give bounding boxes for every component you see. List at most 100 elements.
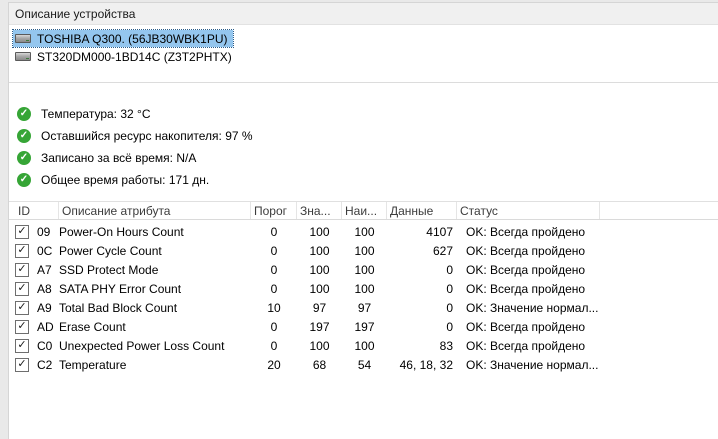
table-row[interactable]: ✓ AD Erase Count 0 197 197 0 OK: Всегда … bbox=[9, 317, 718, 336]
cell-worst: 100 bbox=[354, 281, 375, 296]
cell-threshold: 0 bbox=[270, 338, 278, 353]
column-header-value[interactable]: Зна... bbox=[297, 202, 342, 219]
cell-status: OK: Всегда пройдено bbox=[466, 338, 586, 353]
health-summary-item: ✓ Общее время работы: 171 дн. bbox=[17, 169, 718, 191]
device-item[interactable]: TOSHIBA Q300. (56JB30WBK1PU) bbox=[12, 29, 234, 48]
smart-attribute-table: ID Описание атрибута Порог Зна... Наи...… bbox=[9, 201, 718, 374]
column-header-id[interactable]: ID bbox=[15, 202, 59, 219]
cell-status: OK: Значение нормал... bbox=[466, 357, 599, 372]
cell-worst: 100 bbox=[354, 243, 375, 258]
cell-value: 100 bbox=[309, 243, 330, 258]
cell-worst: 97 bbox=[357, 300, 372, 315]
cell-value: 68 bbox=[312, 357, 327, 372]
check-circle-icon: ✓ bbox=[17, 107, 31, 121]
device-label: ST320DM000-1BD14C (Z3T2PHTX) bbox=[37, 49, 232, 64]
column-header-attribute[interactable]: Описание атрибута bbox=[59, 202, 251, 219]
cell-threshold: 0 bbox=[270, 262, 278, 277]
cell-value: 100 bbox=[309, 281, 330, 296]
cell-id: AD bbox=[37, 319, 54, 334]
health-summary: ✓ Температура: 32 °C ✓ Оставшийся ресурс… bbox=[9, 83, 718, 191]
check-circle-icon: ✓ bbox=[17, 129, 31, 143]
table-row[interactable]: ✓ A8 SATA PHY Error Count 0 100 100 0 OK… bbox=[9, 279, 718, 298]
health-summary-item: ✓ Температура: 32 °C bbox=[17, 103, 718, 125]
cell-status: OK: Всегда пройдено bbox=[466, 281, 586, 296]
cell-id: A7 bbox=[37, 262, 52, 277]
column-header-worst[interactable]: Наи... bbox=[342, 202, 387, 219]
cell-value: 100 bbox=[309, 338, 330, 353]
cell-attribute: Unexpected Power Loss Count bbox=[59, 338, 225, 353]
table-row[interactable]: ✓ 09 Power-On Hours Count 0 100 100 4107… bbox=[9, 222, 718, 241]
attribute-checkbox[interactable]: ✓ bbox=[15, 319, 29, 334]
cell-attribute: Total Bad Block Count bbox=[59, 300, 178, 315]
cell-worst: 54 bbox=[357, 357, 372, 372]
attribute-checkbox[interactable]: ✓ bbox=[15, 262, 29, 277]
cell-attribute: Power-On Hours Count bbox=[59, 224, 184, 239]
device-section-header: Описание устройства bbox=[9, 3, 718, 25]
cell-worst: 100 bbox=[354, 338, 375, 353]
health-summary-label: Температура: 32 °C bbox=[41, 107, 151, 121]
column-header-threshold[interactable]: Порог bbox=[251, 202, 297, 219]
smart-table-body: ✓ 09 Power-On Hours Count 0 100 100 4107… bbox=[9, 220, 718, 374]
cell-attribute: Power Cycle Count bbox=[59, 243, 162, 258]
disk-drive-icon bbox=[15, 34, 31, 43]
cell-data: 4107 bbox=[426, 224, 453, 239]
cell-id: 09 bbox=[37, 224, 51, 239]
attribute-checkbox[interactable]: ✓ bbox=[15, 357, 29, 372]
cell-value: 100 bbox=[309, 262, 330, 277]
attribute-checkbox[interactable]: ✓ bbox=[15, 300, 29, 315]
cell-attribute: SSD Protect Mode bbox=[59, 262, 159, 277]
check-circle-icon: ✓ bbox=[17, 173, 31, 187]
attribute-checkbox[interactable]: ✓ bbox=[15, 338, 29, 353]
cell-status: OK: Всегда пройдено bbox=[466, 319, 586, 334]
check-circle-icon: ✓ bbox=[17, 151, 31, 165]
cell-threshold: 10 bbox=[267, 300, 281, 315]
attribute-checkbox[interactable]: ✓ bbox=[15, 224, 29, 239]
disk-drive-icon bbox=[15, 52, 31, 61]
cell-data: 0 bbox=[446, 300, 453, 315]
device-section-title: Описание устройства bbox=[15, 6, 136, 21]
cell-data: 0 bbox=[446, 319, 453, 334]
table-row[interactable]: ✓ A9 Total Bad Block Count 10 97 97 0 OK… bbox=[9, 298, 718, 317]
health-summary-label: Оставшийся ресурс накопителя: 97 % bbox=[41, 129, 253, 143]
device-item[interactable]: ST320DM000-1BD14C (Z3T2PHTX) bbox=[13, 48, 237, 65]
table-row[interactable]: ✓ C0 Unexpected Power Loss Count 0 100 1… bbox=[9, 336, 718, 355]
device-label: TOSHIBA Q300. (56JB30WBK1PU) bbox=[37, 31, 228, 46]
table-row[interactable]: ✓ C2 Temperature 20 68 54 46, 18, 32 OK:… bbox=[9, 355, 718, 374]
attribute-checkbox[interactable]: ✓ bbox=[15, 243, 29, 258]
cell-data: 83 bbox=[439, 338, 453, 353]
cell-worst: 197 bbox=[354, 319, 375, 334]
cell-data: 627 bbox=[432, 243, 453, 258]
cell-threshold: 0 bbox=[270, 243, 278, 258]
cell-threshold: 0 bbox=[270, 224, 278, 239]
cell-data: 46, 18, 32 bbox=[399, 357, 453, 372]
cell-data: 0 bbox=[446, 281, 453, 296]
cell-id: 0C bbox=[37, 243, 53, 258]
cell-id: C2 bbox=[37, 357, 53, 372]
attribute-checkbox[interactable]: ✓ bbox=[15, 281, 29, 296]
health-summary-item: ✓ Записано за всё время: N/A bbox=[17, 147, 718, 169]
cell-worst: 100 bbox=[354, 224, 375, 239]
cell-data: 0 bbox=[446, 262, 453, 277]
cell-threshold: 20 bbox=[267, 357, 281, 372]
cell-value: 197 bbox=[309, 319, 330, 334]
cell-id: A8 bbox=[37, 281, 52, 296]
cell-id: C0 bbox=[37, 338, 53, 353]
table-row[interactable]: ✓ 0C Power Cycle Count 0 100 100 627 OK:… bbox=[9, 241, 718, 260]
health-summary-label: Записано за всё время: N/A bbox=[41, 151, 197, 165]
smart-table-header-row: ID Описание атрибута Порог Зна... Наи...… bbox=[9, 201, 718, 220]
cell-value: 100 bbox=[309, 224, 330, 239]
cell-attribute: SATA PHY Error Count bbox=[59, 281, 182, 296]
cell-id: A9 bbox=[37, 300, 52, 315]
column-header-status[interactable]: Статус bbox=[457, 202, 600, 219]
table-row[interactable]: ✓ A7 SSD Protect Mode 0 100 100 0 OK: Вс… bbox=[9, 260, 718, 279]
cell-value: 97 bbox=[312, 300, 327, 315]
cell-attribute: Temperature bbox=[59, 357, 127, 372]
cell-attribute: Erase Count bbox=[59, 319, 126, 334]
health-summary-label: Общее время работы: 171 дн. bbox=[41, 173, 210, 187]
cell-threshold: 0 bbox=[270, 319, 278, 334]
cell-status: OK: Всегда пройдено bbox=[466, 243, 586, 258]
app-window: Описание устройства TOSHIBA Q300. (56JB3… bbox=[8, 2, 718, 439]
cell-status: OK: Значение нормал... bbox=[466, 300, 599, 315]
column-header-data[interactable]: Данные bbox=[387, 202, 457, 219]
device-list: TOSHIBA Q300. (56JB30WBK1PU) ST320DM000-… bbox=[9, 25, 718, 70]
